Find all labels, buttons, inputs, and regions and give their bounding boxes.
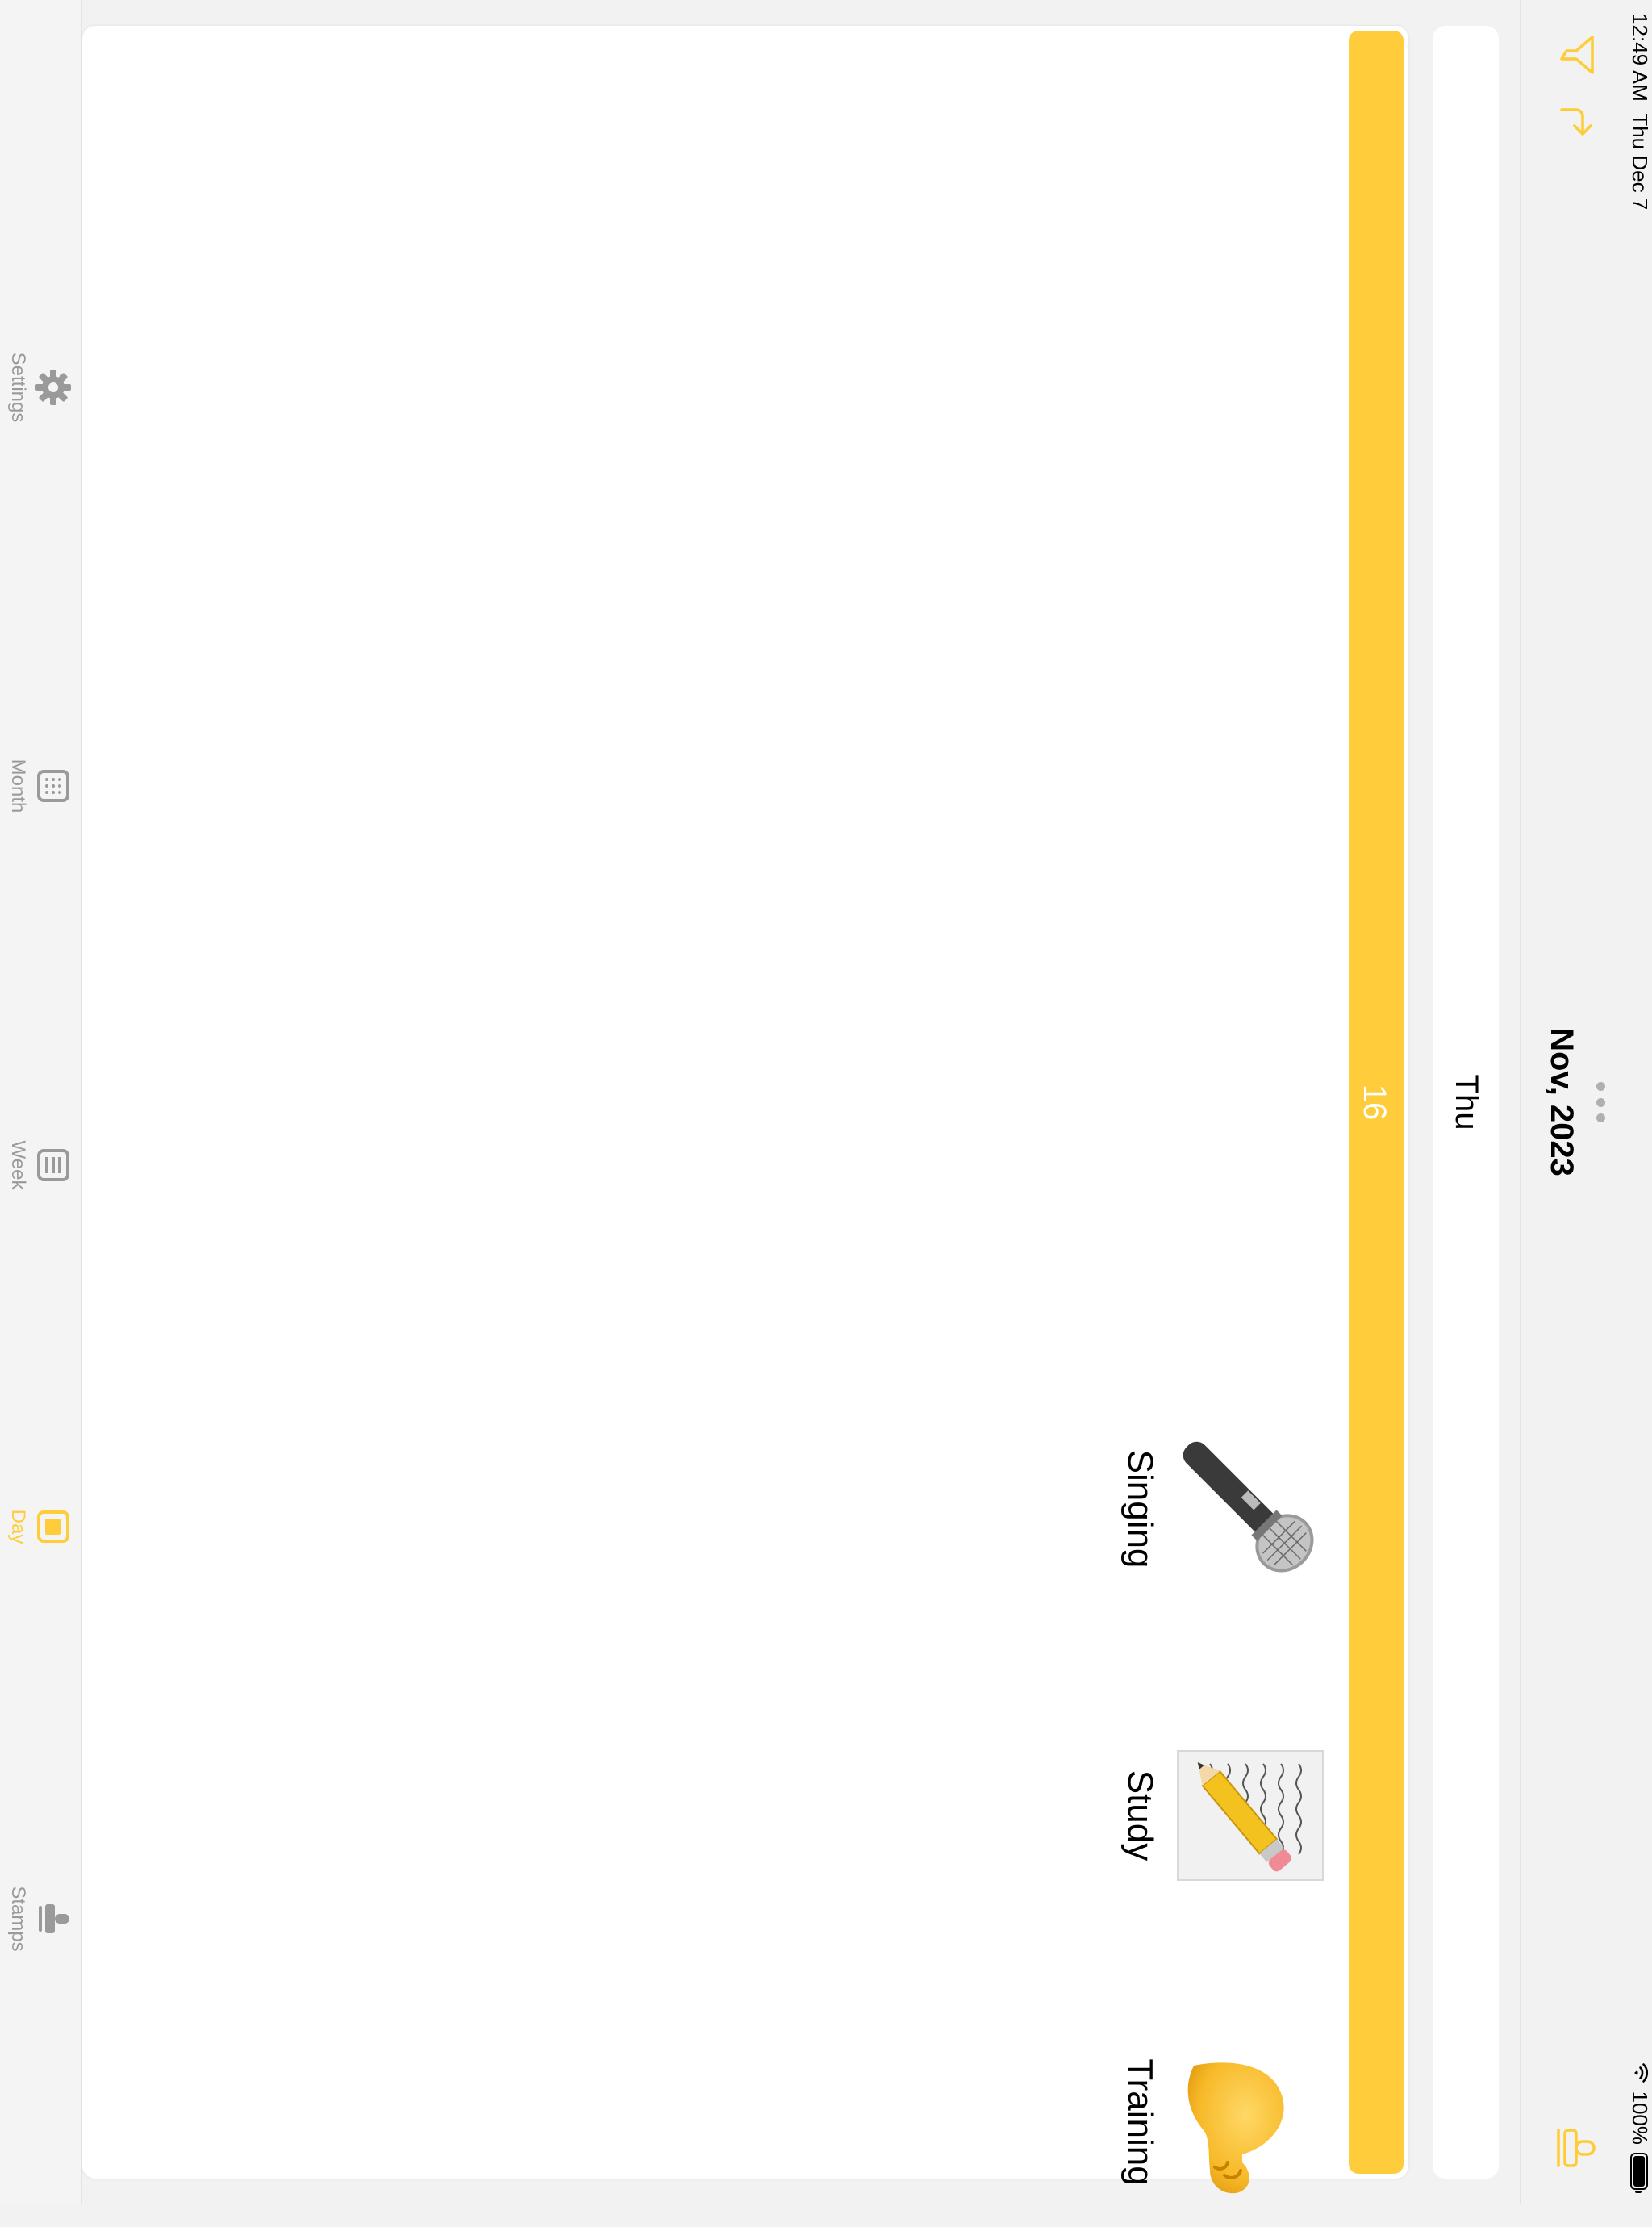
tab-stamps[interactable]: Stamps (6, 1870, 73, 1967)
weekday-label: Thu (1449, 1074, 1484, 1130)
day-card: 16 Training Study Singing (82, 26, 1408, 2194)
tab-month[interactable]: Month (6, 737, 73, 834)
month-title[interactable]: Nov, 2023 (1543, 0, 1579, 2204)
stamp-icon (34, 1899, 73, 1938)
tab-label: Stamps (7, 1886, 29, 1952)
navigation-bar: Nov, 2023 (1520, 0, 1618, 2204)
day-number-bar: 16 (1349, 31, 1404, 2174)
stamp-label: Study (1120, 1769, 1160, 1861)
stamp-icon[interactable] (1550, 2124, 1599, 2172)
gear-icon (34, 368, 73, 407)
tab-day[interactable]: Day (6, 1478, 73, 1575)
month-icon (34, 767, 73, 805)
battery-icon (1630, 2153, 1649, 2190)
battery-percent: 100% (1628, 2091, 1652, 2146)
app-screen: 12:49 AM Thu Dec 7 100% Nov, 2023 Thu 16… (0, 0, 1652, 2204)
weekday-header: Thu (1433, 26, 1499, 2179)
tab-label: Settings (7, 352, 29, 423)
status-date: Thu Dec 7 (1628, 113, 1652, 211)
status-bar: 12:49 AM Thu Dec 7 100% (1618, 0, 1652, 2204)
week-icon (34, 1146, 73, 1185)
tab-label: Month (7, 758, 29, 813)
status-time: 12:49 AM Thu Dec 7 (1628, 13, 1652, 211)
stamp-label: Singing (1120, 1449, 1160, 1569)
wifi-icon (1627, 2062, 1652, 2083)
tab-settings[interactable]: Settings (6, 339, 73, 436)
flexed-biceps-icon (1170, 2041, 1331, 2203)
tab-label: Week (7, 1140, 29, 1190)
more-dots-icon[interactable] (1596, 1082, 1607, 1122)
day-icon (34, 1507, 73, 1546)
day-number: 16 (1357, 1084, 1392, 1121)
memo-pencil-icon (1170, 1735, 1331, 1896)
tab-week[interactable]: Week (6, 1117, 73, 1214)
stamp-label: Training (1120, 2058, 1160, 2186)
microphone-icon (1170, 1428, 1331, 1590)
stamp-singing[interactable]: Singing (1120, 1404, 1331, 1614)
tab-label: Day (7, 1509, 29, 1544)
status-right: 100% (1627, 2062, 1652, 2190)
tab-bar: Stamps Day Week Month Settings (0, 0, 82, 2204)
stamp-study[interactable]: Study (1120, 1711, 1331, 1920)
stamp-training[interactable]: Training (1120, 2017, 1331, 2227)
